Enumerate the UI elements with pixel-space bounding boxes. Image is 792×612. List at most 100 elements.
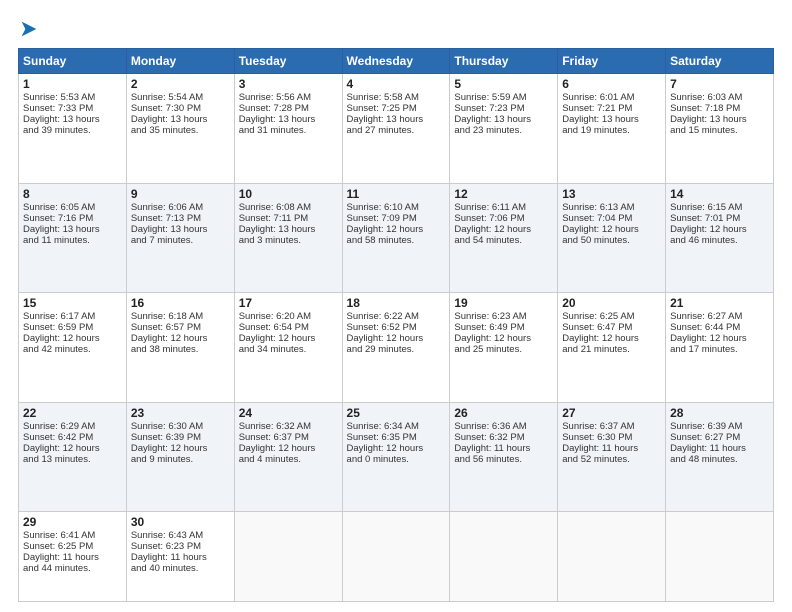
cell-text: and 29 minutes. [347,344,446,355]
day-number: 29 [23,515,122,529]
cell-text: Daylight: 12 hours [670,333,769,344]
calendar-cell: 29Sunrise: 6:41 AMSunset: 6:25 PMDayligh… [19,512,127,602]
cell-text: and 39 minutes. [23,125,122,136]
cell-text: Sunrise: 6:18 AM [131,311,230,322]
day-number: 6 [562,77,661,91]
calendar-cell [234,512,342,602]
day-number: 17 [239,296,338,310]
calendar-cell: 1Sunrise: 5:53 AMSunset: 7:33 PMDaylight… [19,74,127,184]
calendar-cell: 28Sunrise: 6:39 AMSunset: 6:27 PMDayligh… [666,402,774,512]
day-number: 30 [131,515,230,529]
cell-text: Sunset: 6:47 PM [562,322,661,333]
cell-text: Sunset: 6:27 PM [670,432,769,443]
cell-text: Sunset: 7:16 PM [23,213,122,224]
cell-text: Daylight: 12 hours [454,333,553,344]
calendar-cell: 14Sunrise: 6:15 AMSunset: 7:01 PMDayligh… [666,183,774,293]
cell-text: Sunset: 7:01 PM [670,213,769,224]
cell-text: Sunrise: 6:39 AM [670,421,769,432]
day-number: 21 [670,296,769,310]
calendar-cell: 26Sunrise: 6:36 AMSunset: 6:32 PMDayligh… [450,402,558,512]
cell-text: and 4 minutes. [239,454,338,465]
day-number: 27 [562,406,661,420]
cell-text: Daylight: 12 hours [131,443,230,454]
calendar-cell: 17Sunrise: 6:20 AMSunset: 6:54 PMDayligh… [234,293,342,403]
weekday-header: Tuesday [234,49,342,74]
calendar-cell: 6Sunrise: 6:01 AMSunset: 7:21 PMDaylight… [558,74,666,184]
cell-text: Daylight: 11 hours [454,443,553,454]
weekday-header: Thursday [450,49,558,74]
cell-text: Sunrise: 6:15 AM [670,202,769,213]
cell-text: Sunset: 7:25 PM [347,103,446,114]
day-number: 11 [347,187,446,201]
cell-text: Daylight: 12 hours [239,333,338,344]
cell-text: Sunrise: 5:56 AM [239,92,338,103]
cell-text: and 11 minutes. [23,235,122,246]
cell-text: Sunset: 6:52 PM [347,322,446,333]
calendar-cell: 5Sunrise: 5:59 AMSunset: 7:23 PMDaylight… [450,74,558,184]
day-number: 25 [347,406,446,420]
cell-text: Sunset: 7:09 PM [347,213,446,224]
cell-text: Sunset: 6:25 PM [23,541,122,552]
cell-text: Sunrise: 6:23 AM [454,311,553,322]
cell-text: Sunrise: 6:41 AM [23,530,122,541]
cell-text: Daylight: 13 hours [23,224,122,235]
day-number: 23 [131,406,230,420]
cell-text: Sunset: 6:49 PM [454,322,553,333]
calendar-cell: 24Sunrise: 6:32 AMSunset: 6:37 PMDayligh… [234,402,342,512]
day-number: 3 [239,77,338,91]
cell-text: Sunrise: 6:37 AM [562,421,661,432]
day-number: 19 [454,296,553,310]
calendar-cell: 3Sunrise: 5:56 AMSunset: 7:28 PMDaylight… [234,74,342,184]
cell-text: and 58 minutes. [347,235,446,246]
day-number: 1 [23,77,122,91]
cell-text: Daylight: 13 hours [131,224,230,235]
cell-text: and 7 minutes. [131,235,230,246]
calendar-cell: 30Sunrise: 6:43 AMSunset: 6:23 PMDayligh… [126,512,234,602]
day-number: 10 [239,187,338,201]
cell-text: Daylight: 11 hours [670,443,769,454]
cell-text: Sunset: 6:32 PM [454,432,553,443]
cell-text: Sunrise: 6:32 AM [239,421,338,432]
cell-text: Daylight: 13 hours [239,114,338,125]
cell-text: Sunrise: 6:05 AM [23,202,122,213]
cell-text: Sunset: 7:04 PM [562,213,661,224]
cell-text: Daylight: 12 hours [239,443,338,454]
day-number: 4 [347,77,446,91]
cell-text: and 40 minutes. [131,563,230,574]
calendar-cell: 12Sunrise: 6:11 AMSunset: 7:06 PMDayligh… [450,183,558,293]
day-number: 20 [562,296,661,310]
cell-text: Sunrise: 6:34 AM [347,421,446,432]
cell-text: and 21 minutes. [562,344,661,355]
cell-text: Sunrise: 6:08 AM [239,202,338,213]
cell-text: Sunset: 6:57 PM [131,322,230,333]
cell-text: Sunset: 7:18 PM [670,103,769,114]
cell-text: Daylight: 11 hours [562,443,661,454]
calendar-cell: 19Sunrise: 6:23 AMSunset: 6:49 PMDayligh… [450,293,558,403]
cell-text: Sunrise: 5:59 AM [454,92,553,103]
cell-text: and 31 minutes. [239,125,338,136]
calendar-week-row: 22Sunrise: 6:29 AMSunset: 6:42 PMDayligh… [19,402,774,512]
logo-icon [18,18,40,40]
cell-text: Sunrise: 6:25 AM [562,311,661,322]
cell-text: Sunrise: 6:06 AM [131,202,230,213]
cell-text: and 25 minutes. [454,344,553,355]
cell-text: Daylight: 13 hours [131,114,230,125]
cell-text: Sunrise: 6:20 AM [239,311,338,322]
weekday-header: Friday [558,49,666,74]
calendar-cell: 11Sunrise: 6:10 AMSunset: 7:09 PMDayligh… [342,183,450,293]
day-number: 18 [347,296,446,310]
cell-text: Daylight: 13 hours [454,114,553,125]
cell-text: Sunset: 7:23 PM [454,103,553,114]
calendar-cell [558,512,666,602]
logo [18,18,44,40]
calendar-cell: 16Sunrise: 6:18 AMSunset: 6:57 PMDayligh… [126,293,234,403]
day-number: 15 [23,296,122,310]
cell-text: and 50 minutes. [562,235,661,246]
calendar-cell: 20Sunrise: 6:25 AMSunset: 6:47 PMDayligh… [558,293,666,403]
cell-text: Sunset: 6:37 PM [239,432,338,443]
calendar-week-row: 8Sunrise: 6:05 AMSunset: 7:16 PMDaylight… [19,183,774,293]
cell-text: Daylight: 12 hours [347,443,446,454]
cell-text: Sunrise: 6:13 AM [562,202,661,213]
cell-text: Daylight: 13 hours [562,114,661,125]
day-number: 13 [562,187,661,201]
